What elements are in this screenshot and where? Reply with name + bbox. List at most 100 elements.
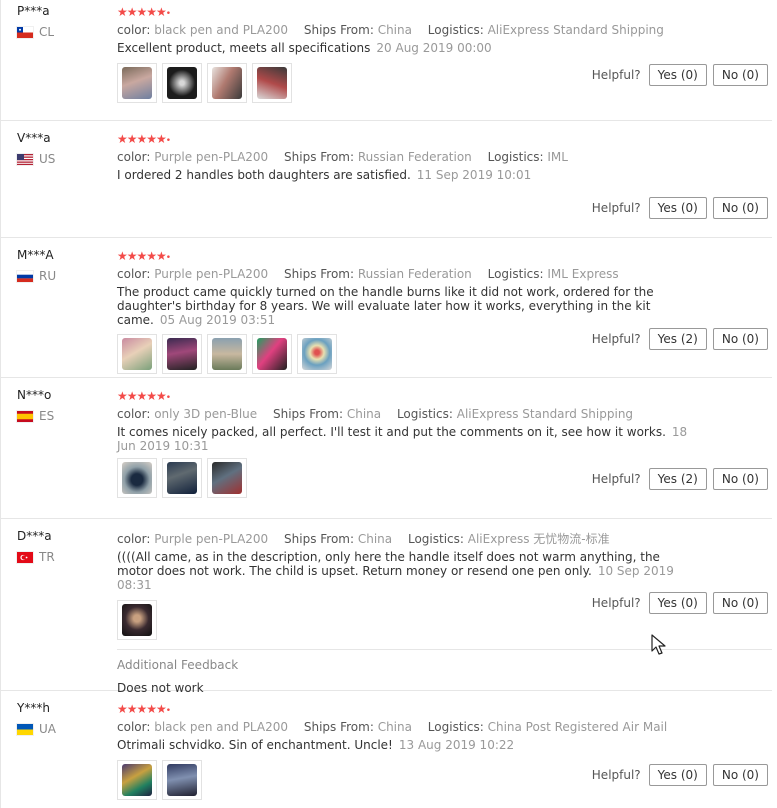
helpful-no-button[interactable]: No (0) xyxy=(712,197,768,219)
review-photo[interactable] xyxy=(207,458,247,498)
review-photo[interactable] xyxy=(162,458,202,498)
review-date: 05 Aug 2019 03:51 xyxy=(159,313,276,327)
flag-es-icon xyxy=(17,410,33,422)
star-rating: ★★★★★• xyxy=(117,5,772,21)
helpful-controls: Helpful? Yes (2) No (0) xyxy=(592,468,768,490)
reviewer-name: N***o xyxy=(17,388,52,402)
logistics-key: Logistics: xyxy=(407,532,464,546)
flag-tr-icon xyxy=(17,551,33,563)
helpful-label: Helpful? xyxy=(591,596,641,610)
reviewer-country: UA xyxy=(17,722,112,736)
review-photo[interactable] xyxy=(117,334,157,374)
review-photo[interactable] xyxy=(207,334,247,374)
review-content: ★★★★★• color: black pen and PLA200 Ships… xyxy=(117,0,772,103)
review-photo[interactable] xyxy=(117,600,157,640)
logistics-key: Logistics: xyxy=(487,150,544,164)
rating-stars: ★★★★★ xyxy=(117,249,167,263)
review-photo[interactable] xyxy=(117,760,157,800)
ships-from-key: Ships From: xyxy=(284,532,355,546)
reviewer-name: P***a xyxy=(17,4,50,18)
logistics-value: IML Express xyxy=(547,267,619,281)
flag-us-icon xyxy=(17,153,33,165)
ships-from-key: Ships From: xyxy=(273,407,344,421)
rating-stars: ★★★★★ xyxy=(117,702,167,716)
helpful-yes-button[interactable]: Yes (2) xyxy=(648,468,707,490)
logistics-key: Logistics: xyxy=(396,407,453,421)
helpful-no-button[interactable]: No (0) xyxy=(712,328,768,350)
review-text-block: It comes nicely packed, all perfect. I'l… xyxy=(117,425,692,453)
review-content: ★★★★★• color: only 3D pen-Blue Ships Fro… xyxy=(117,378,772,498)
review-photo[interactable] xyxy=(162,760,202,800)
reviewer-country: ES xyxy=(17,409,112,423)
helpful-controls: Helpful? Yes (0) No (0) xyxy=(592,64,768,86)
ships-from-value: China xyxy=(346,407,382,421)
reviewer-info: Y***h UA xyxy=(17,701,112,736)
star-dot-icon: • xyxy=(165,706,171,716)
star-rating: ★★★★★• xyxy=(117,132,772,148)
review-photo[interactable] xyxy=(297,334,337,374)
helpful-controls: Helpful? Yes (2) No (0) xyxy=(592,328,768,350)
star-dot-icon: • xyxy=(165,136,171,146)
ships-from-key: Ships From: xyxy=(303,720,374,734)
review-content: ★★★★★• color: Purple pen-PLA200 Ships Fr… xyxy=(117,238,772,374)
review-text: Otrimali schvidko. Sin of enchantment. U… xyxy=(117,738,393,752)
review-item: M***A RU ★★★★★• color: Purple pen-PLA200… xyxy=(1,238,772,378)
review-photo[interactable] xyxy=(252,334,292,374)
country-code: CL xyxy=(39,25,55,39)
review-text-block: Excellent product, meets all specificati… xyxy=(117,41,692,55)
logistics-key: Logistics: xyxy=(427,720,484,734)
flag-cl-icon xyxy=(17,26,33,38)
star-dot-icon: • xyxy=(165,393,171,403)
review-item: P***a CL ★★★★★• color: black pen and PLA… xyxy=(1,0,772,121)
review-text-block: I ordered 2 handles both daughters are s… xyxy=(117,168,692,182)
review-content: ★★★★★• color: Purple pen-PLA200 Ships Fr… xyxy=(117,121,772,219)
star-rating: ★★★★★• xyxy=(117,702,772,718)
color-key: color: xyxy=(117,150,151,164)
helpful-label: Helpful? xyxy=(591,768,641,782)
helpful-yes-button[interactable]: Yes (0) xyxy=(648,64,707,86)
helpful-controls: Helpful? Yes (0) No (0) xyxy=(592,764,768,786)
reviewer-name: D***a xyxy=(17,529,52,543)
review-photo[interactable] xyxy=(162,334,202,374)
helpful-no-button[interactable]: No (0) xyxy=(712,592,768,614)
ships-from-value: Russian Federation xyxy=(357,267,472,281)
review-text: It comes nicely packed, all perfect. I'l… xyxy=(117,425,666,439)
color-value: Purple pen-PLA200 xyxy=(154,532,269,546)
reviewer-info: M***A RU xyxy=(17,248,112,283)
helpful-no-button[interactable]: No (0) xyxy=(712,468,768,490)
order-attributes: color: Purple pen-PLA200 Ships From: Rus… xyxy=(117,148,772,166)
helpful-no-button[interactable]: No (0) xyxy=(712,64,768,86)
review-date: 20 Aug 2019 00:00 xyxy=(376,41,492,55)
logistics-value: AliExpress Standard Shipping xyxy=(487,23,664,37)
reviewer-name: Y***h xyxy=(17,701,50,715)
color-key: color: xyxy=(117,407,151,421)
review-photo[interactable] xyxy=(162,63,202,103)
review-text-block: The product came quickly turned on the h… xyxy=(117,285,692,327)
order-attributes: color: Purple pen-PLA200 Ships From: Rus… xyxy=(117,265,772,283)
reviewer-country: CL xyxy=(17,25,112,39)
helpful-yes-button[interactable]: Yes (0) xyxy=(648,764,707,786)
review-item: V***a US ★★★★★• color: Purple pen-PLA200… xyxy=(1,121,772,238)
review-photo[interactable] xyxy=(252,63,292,103)
review-photo[interactable] xyxy=(117,63,157,103)
country-code: UA xyxy=(39,722,56,736)
additional-feedback: Additional Feedback Does not work xyxy=(117,649,772,695)
helpful-label: Helpful? xyxy=(591,472,641,486)
color-key: color: xyxy=(117,720,151,734)
review-content: ★★★★★• color: black pen and PLA200 Ships… xyxy=(117,691,772,800)
ships-from-value: China xyxy=(377,23,412,37)
review-photo[interactable] xyxy=(207,63,247,103)
order-attributes: color: black pen and PLA200 Ships From: … xyxy=(117,21,772,39)
reviewer-country: US xyxy=(17,152,112,166)
helpful-yes-button[interactable]: Yes (2) xyxy=(648,328,707,350)
rating-stars: ★★★★★ xyxy=(117,389,167,403)
helpful-yes-button[interactable]: Yes (0) xyxy=(648,592,707,614)
color-value: black pen and PLA200 xyxy=(154,23,289,37)
helpful-no-button[interactable]: No (0) xyxy=(712,764,768,786)
reviewer-info: N***o ES xyxy=(17,388,112,423)
helpful-yes-button[interactable]: Yes (0) xyxy=(648,197,707,219)
reviewer-country: TR xyxy=(17,550,112,564)
review-item: Y***h UA ★★★★★• color: black pen and PLA… xyxy=(1,691,772,808)
helpful-label: Helpful? xyxy=(591,201,641,215)
review-photo[interactable] xyxy=(117,458,157,498)
